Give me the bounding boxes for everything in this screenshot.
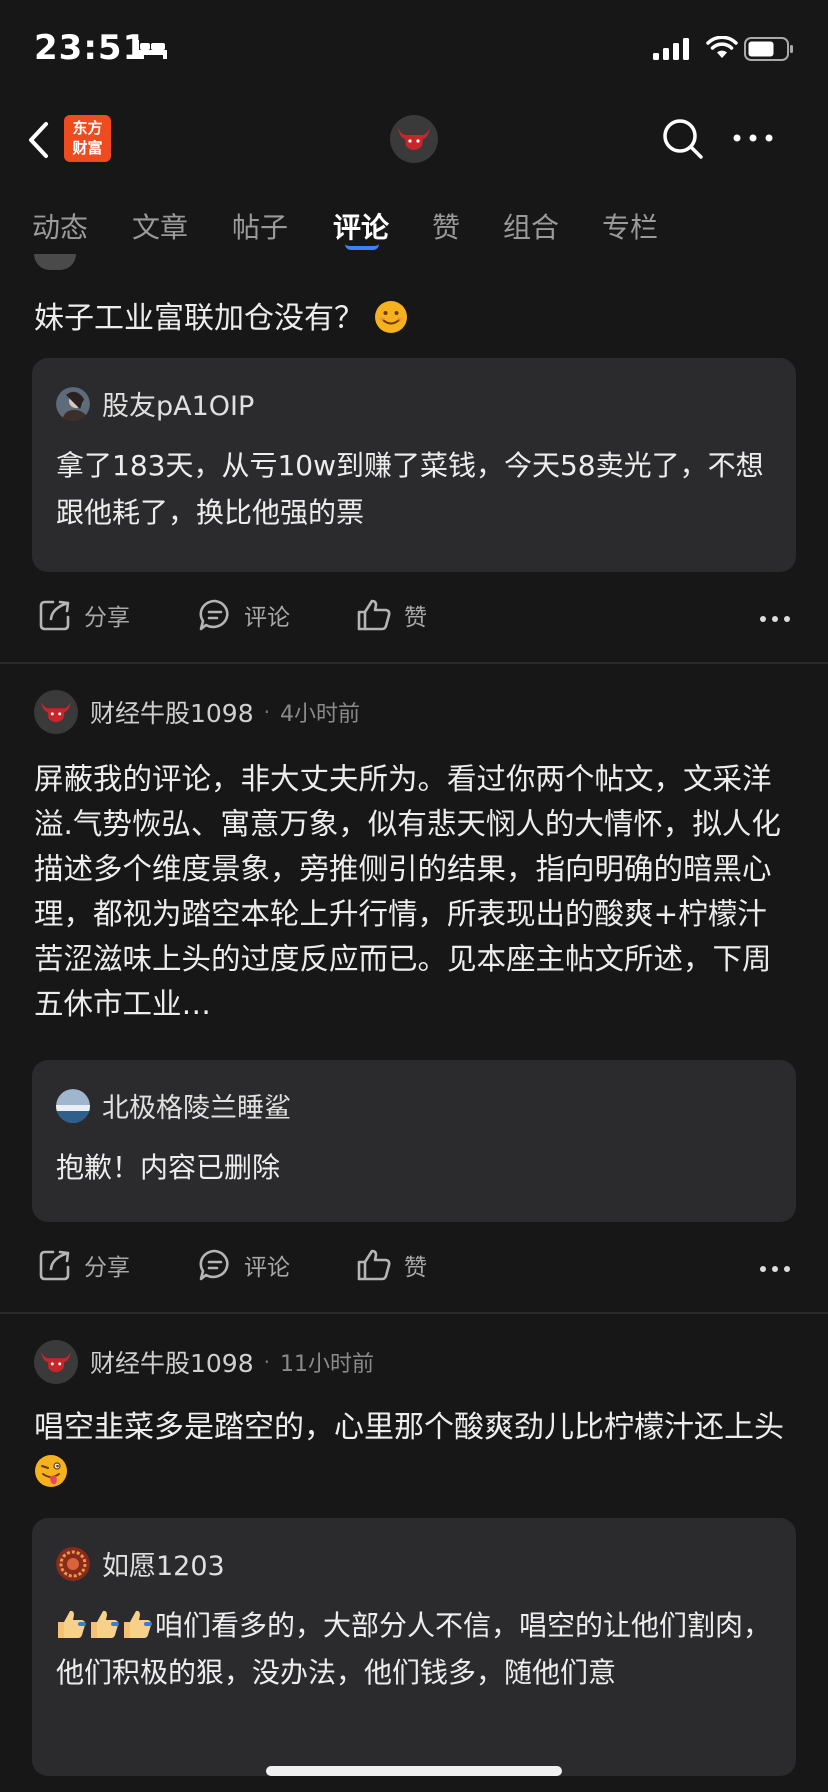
share-label: 分享 bbox=[84, 1255, 130, 1281]
post-author: 财经牛股1098 · 11小时前 bbox=[34, 1340, 374, 1384]
avatar[interactable] bbox=[34, 690, 78, 734]
bull-icon bbox=[398, 128, 430, 150]
sleep-mode-icon bbox=[135, 40, 167, 59]
quoted-post[interactable]: 北极格陵兰睡鲨 抱歉！内容已删除 bbox=[32, 1060, 796, 1222]
more-icon[interactable] bbox=[760, 1266, 790, 1272]
quoted-username: 股友pA1OIP bbox=[102, 391, 255, 422]
profile-tabs: 动态 文章 帖子 评论 赞 组合 专栏 bbox=[0, 184, 828, 254]
author-name[interactable]: 财经牛股1098 bbox=[90, 694, 254, 730]
quoted-text-content: 咱们看多的，大部分人不信，唱空的让他们割肉，他们积极的狠，没办法，他们钱多，随他… bbox=[56, 1609, 772, 1689]
quoted-post[interactable]: 如愿1203 咱们看多的，大部分人不信，唱空的让他们割肉，他们积极的狠，没办法，… bbox=[32, 1518, 796, 1776]
active-tab-indicator bbox=[345, 244, 379, 250]
winking-tongue-emoji-icon bbox=[35, 1455, 67, 1487]
more-options-icon[interactable] bbox=[733, 134, 773, 142]
action-bar: 分享 评论 赞 bbox=[0, 598, 828, 642]
thumbs-up-icon bbox=[357, 599, 391, 631]
thumbs-up-emoji-icon bbox=[124, 1610, 152, 1638]
smile-emoji-icon bbox=[374, 301, 407, 333]
comment-label: 评论 bbox=[244, 605, 290, 631]
quoted-username: 北极格陵兰睡鲨 bbox=[102, 1093, 291, 1124]
tab-columns[interactable]: 专栏 bbox=[602, 206, 658, 246]
comment-text-content: 妹子工业富联加仓没有？ bbox=[34, 301, 364, 336]
comment-icon bbox=[199, 1249, 229, 1281]
quoted-text: 拿了183天，从亏10w到赚了菜钱，今天58卖光了，不想跟他耗了，换比他强的票 bbox=[56, 449, 764, 529]
more-icon[interactable] bbox=[760, 616, 790, 622]
share-button[interactable]: 分享 bbox=[38, 598, 130, 632]
like-label: 赞 bbox=[404, 1255, 427, 1281]
nav-bar: 东方 财富 bbox=[0, 96, 828, 184]
post-author: 财经牛股1098 · 4小时前 bbox=[34, 690, 360, 734]
post-time: 11小时前 bbox=[279, 1352, 374, 1377]
divider bbox=[0, 662, 828, 664]
cellular-signal-icon bbox=[653, 38, 689, 60]
home-indicator[interactable] bbox=[266, 1766, 562, 1776]
logo-line2: 财富 bbox=[72, 139, 103, 157]
separator-dot: · bbox=[263, 700, 270, 724]
tab-dynamic[interactable]: 动态 bbox=[32, 206, 88, 246]
post-time: 4小时前 bbox=[279, 702, 360, 727]
avatar[interactable] bbox=[34, 254, 76, 270]
wifi-icon bbox=[706, 36, 738, 58]
avatar[interactable] bbox=[56, 1088, 90, 1123]
share-icon bbox=[39, 600, 70, 631]
share-icon bbox=[39, 1250, 70, 1281]
comment-button[interactable]: 评论 bbox=[198, 598, 290, 632]
like-button[interactable]: 赞 bbox=[356, 1248, 427, 1282]
thumbs-up-emoji-icon bbox=[91, 1610, 119, 1638]
tab-comments[interactable]: 评论 bbox=[333, 206, 389, 246]
quoted-author: 股友pA1OIP bbox=[56, 384, 254, 423]
comment-label: 评论 bbox=[244, 1255, 290, 1281]
thumbs-up-emoji-icon bbox=[58, 1610, 86, 1638]
bull-icon bbox=[41, 1351, 71, 1373]
tab-likes[interactable]: 赞 bbox=[432, 206, 460, 246]
quoted-author: 如愿1203 bbox=[56, 1544, 225, 1583]
back-arrow-icon[interactable] bbox=[26, 120, 50, 160]
search-icon[interactable] bbox=[662, 118, 704, 160]
tab-posts[interactable]: 帖子 bbox=[232, 206, 288, 246]
share-label: 分享 bbox=[84, 605, 130, 631]
avatar[interactable] bbox=[56, 386, 90, 421]
eastmoney-logo[interactable]: 东方 财富 bbox=[64, 115, 111, 162]
battery-icon bbox=[744, 37, 793, 61]
avatar[interactable] bbox=[34, 1340, 78, 1384]
tab-portfolios[interactable]: 组合 bbox=[503, 206, 559, 246]
quoted-username: 如愿1203 bbox=[102, 1551, 225, 1582]
quoted-author: 北极格陵兰睡鲨 bbox=[56, 1086, 291, 1125]
avatar[interactable] bbox=[56, 1546, 90, 1581]
quoted-text: 咱们看多的，大部分人不信，唱空的让他们割肉，他们积极的狠，没办法，他们钱多，随他… bbox=[56, 1602, 772, 1696]
thumbs-up-icon bbox=[357, 1249, 391, 1281]
comment-button[interactable]: 评论 bbox=[198, 1248, 290, 1282]
logo-line1: 东方 bbox=[72, 119, 103, 137]
like-label: 赞 bbox=[404, 605, 427, 631]
comment-text[interactable]: 唱空韭菜多是踏空的，心里那个酸爽劲儿比柠檬汁还上头 bbox=[34, 1405, 796, 1495]
action-bar: 分享 评论 赞 bbox=[0, 1248, 828, 1292]
profile-avatar[interactable] bbox=[390, 115, 438, 163]
status-time: 23:51 bbox=[34, 28, 148, 68]
bull-icon bbox=[41, 701, 71, 723]
quoted-text: 抱歉！内容已删除 bbox=[56, 1151, 281, 1184]
separator-dot: · bbox=[263, 1350, 270, 1374]
comment-icon bbox=[199, 599, 229, 631]
comment-text[interactable]: 妹子工业富联加仓没有？ bbox=[34, 296, 796, 341]
status-bar: 23:51 bbox=[0, 0, 828, 96]
tab-articles[interactable]: 文章 bbox=[132, 206, 188, 246]
comment-text[interactable]: 屏蔽我的评论，非大丈夫所为。看过你两个帖文，文采洋溢.气势恢弘、寓意万象，似有悲… bbox=[34, 757, 796, 1027]
divider bbox=[0, 1312, 828, 1314]
like-button[interactable]: 赞 bbox=[356, 598, 427, 632]
quoted-post[interactable]: 股友pA1OIP 拿了183天，从亏10w到赚了菜钱，今天58卖光了，不想跟他耗… bbox=[32, 358, 796, 572]
comment-text-content: 唱空韭菜多是踏空的，心里那个酸爽劲儿比柠檬汁还上头 bbox=[34, 1410, 784, 1445]
share-button[interactable]: 分享 bbox=[38, 1248, 130, 1282]
author-name[interactable]: 财经牛股1098 bbox=[90, 1344, 254, 1380]
